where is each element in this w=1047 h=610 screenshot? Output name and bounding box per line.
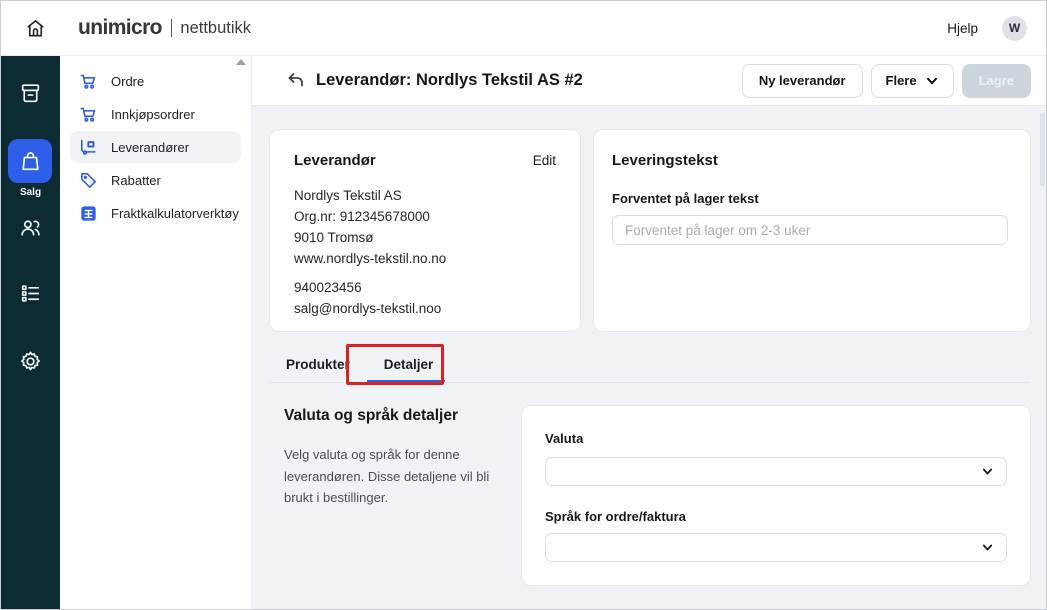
back-arrow-icon [285, 71, 305, 91]
section-description: Velg valuta og språk for denne leverandø… [284, 444, 506, 509]
sidebar-item-label: Rabatter [111, 173, 161, 188]
sidebar-item-label: Ordre [111, 74, 144, 89]
logo-secondary-text: nettbutikk [180, 19, 251, 38]
delivery-card-title: Leveringstekst [612, 152, 1008, 169]
page-title: Leverandør: Nordlys Tekstil AS #2 [316, 71, 583, 90]
checklist-icon[interactable] [18, 281, 43, 306]
tab-divider [269, 382, 1030, 383]
currency-label: Valuta [545, 431, 583, 446]
tab-bar: Produkter Detaljer [269, 346, 450, 382]
section-heading: Valuta og språk detaljer [284, 407, 458, 425]
sidebar-item-label: Leverandører [111, 140, 189, 155]
back-button[interactable] [284, 70, 306, 92]
tab-detaljer[interactable]: Detaljer [367, 346, 451, 382]
supplier-address-block: Nordlys Tekstil AS Org.nr: 912345678000 … [294, 185, 556, 269]
chevron-down-icon [981, 465, 994, 478]
customers-icon[interactable] [18, 215, 43, 240]
expected-stock-label: Forventet på lager tekst [612, 191, 1008, 206]
topbar-right: Hjelp W [947, 16, 1046, 41]
main-content: Leverandør: Nordlys Tekstil AS #2 Ny lev… [252, 56, 1047, 610]
supplier-phone: 940023456 [294, 277, 556, 298]
supplier-contact-block: 940023456 salg@nordlys-tekstil.noo [294, 277, 556, 319]
supplier-card-title: Leverandør [294, 152, 376, 169]
cart-icon [79, 105, 98, 124]
header-actions: Ny leverandør Flere Lagre [742, 64, 1031, 98]
language-select[interactable] [545, 533, 1007, 562]
supplier-org-nr: Org.nr: 912345678000 [294, 206, 556, 227]
chevron-down-icon [981, 541, 994, 554]
scroll-up-arrow-icon[interactable] [236, 59, 246, 65]
icon-rail: Salg [1, 56, 60, 610]
edit-link[interactable]: Edit [533, 153, 556, 168]
page-header: Leverandør: Nordlys Tekstil AS #2 Ny lev… [252, 56, 1047, 106]
topbar: unimicro nettbutikk Hjelp W [1, 1, 1046, 56]
vertical-scrollbar[interactable] [1040, 113, 1045, 186]
supplier-card: Leverandør Edit Nordlys Tekstil AS Org.n… [269, 129, 581, 332]
tab-produkter[interactable]: Produkter [269, 346, 367, 382]
shopping-bag-icon [18, 149, 43, 174]
logo-primary-text: unimicro [78, 16, 162, 40]
currency-language-card: Valuta Språk for ordre/faktura [521, 405, 1031, 586]
delivery-text-card: Leveringstekst Forventet på lager tekst [593, 129, 1031, 332]
sidebar-item-label: Innkjøpsordrer [111, 107, 195, 122]
cart-icon [79, 72, 98, 91]
sidebar-item-label: Fraktkalkulatorverktøy [111, 206, 239, 221]
calculator-icon [79, 204, 98, 223]
logo-divider [171, 19, 173, 37]
sales-nav-label: Salg [1, 187, 60, 198]
chevron-down-icon [925, 74, 939, 88]
sidebar-item-innkjopsordrer[interactable]: Innkjøpsordrer [70, 98, 241, 130]
app-window: unimicro nettbutikk Hjelp W Sal [0, 0, 1047, 610]
supplier-name: Nordlys Tekstil AS [294, 185, 556, 206]
sidebar: Ordre Innkjøpsordrer Leve [60, 56, 252, 610]
more-button-label: Flere [886, 73, 917, 88]
user-avatar[interactable]: W [1002, 16, 1027, 41]
supplier-website: www.nordlys-tekstil.no.no [294, 248, 556, 269]
supplier-address: 9010 Tromsø [294, 227, 556, 248]
new-supplier-button[interactable]: Ny leverandør [742, 64, 863, 98]
sidebar-item-leverandorer[interactable]: Leverandører [70, 131, 241, 163]
brand-logo[interactable]: unimicro nettbutikk [78, 16, 251, 40]
save-button[interactable]: Lagre [962, 64, 1031, 98]
dolly-icon [79, 138, 98, 157]
currency-select[interactable] [545, 457, 1007, 486]
expected-stock-input[interactable] [612, 215, 1008, 245]
archive-icon[interactable] [18, 81, 43, 106]
help-link[interactable]: Hjelp [947, 21, 978, 36]
sales-nav-selected[interactable] [8, 139, 52, 183]
settings-gear-icon[interactable] [18, 349, 43, 374]
supplier-email: salg@nordlys-tekstil.noo [294, 298, 556, 319]
tag-icon [79, 171, 98, 190]
sidebar-item-ordre[interactable]: Ordre [70, 65, 241, 97]
home-icon [24, 17, 47, 40]
sidebar-item-fraktkalkulatorverktoy[interactable]: Fraktkalkulatorverktøy [70, 197, 241, 229]
home-button[interactable] [20, 13, 50, 43]
language-label: Språk for ordre/faktura [545, 509, 1007, 524]
sidebar-item-rabatter[interactable]: Rabatter [70, 164, 241, 196]
more-button[interactable]: Flere [871, 64, 954, 98]
